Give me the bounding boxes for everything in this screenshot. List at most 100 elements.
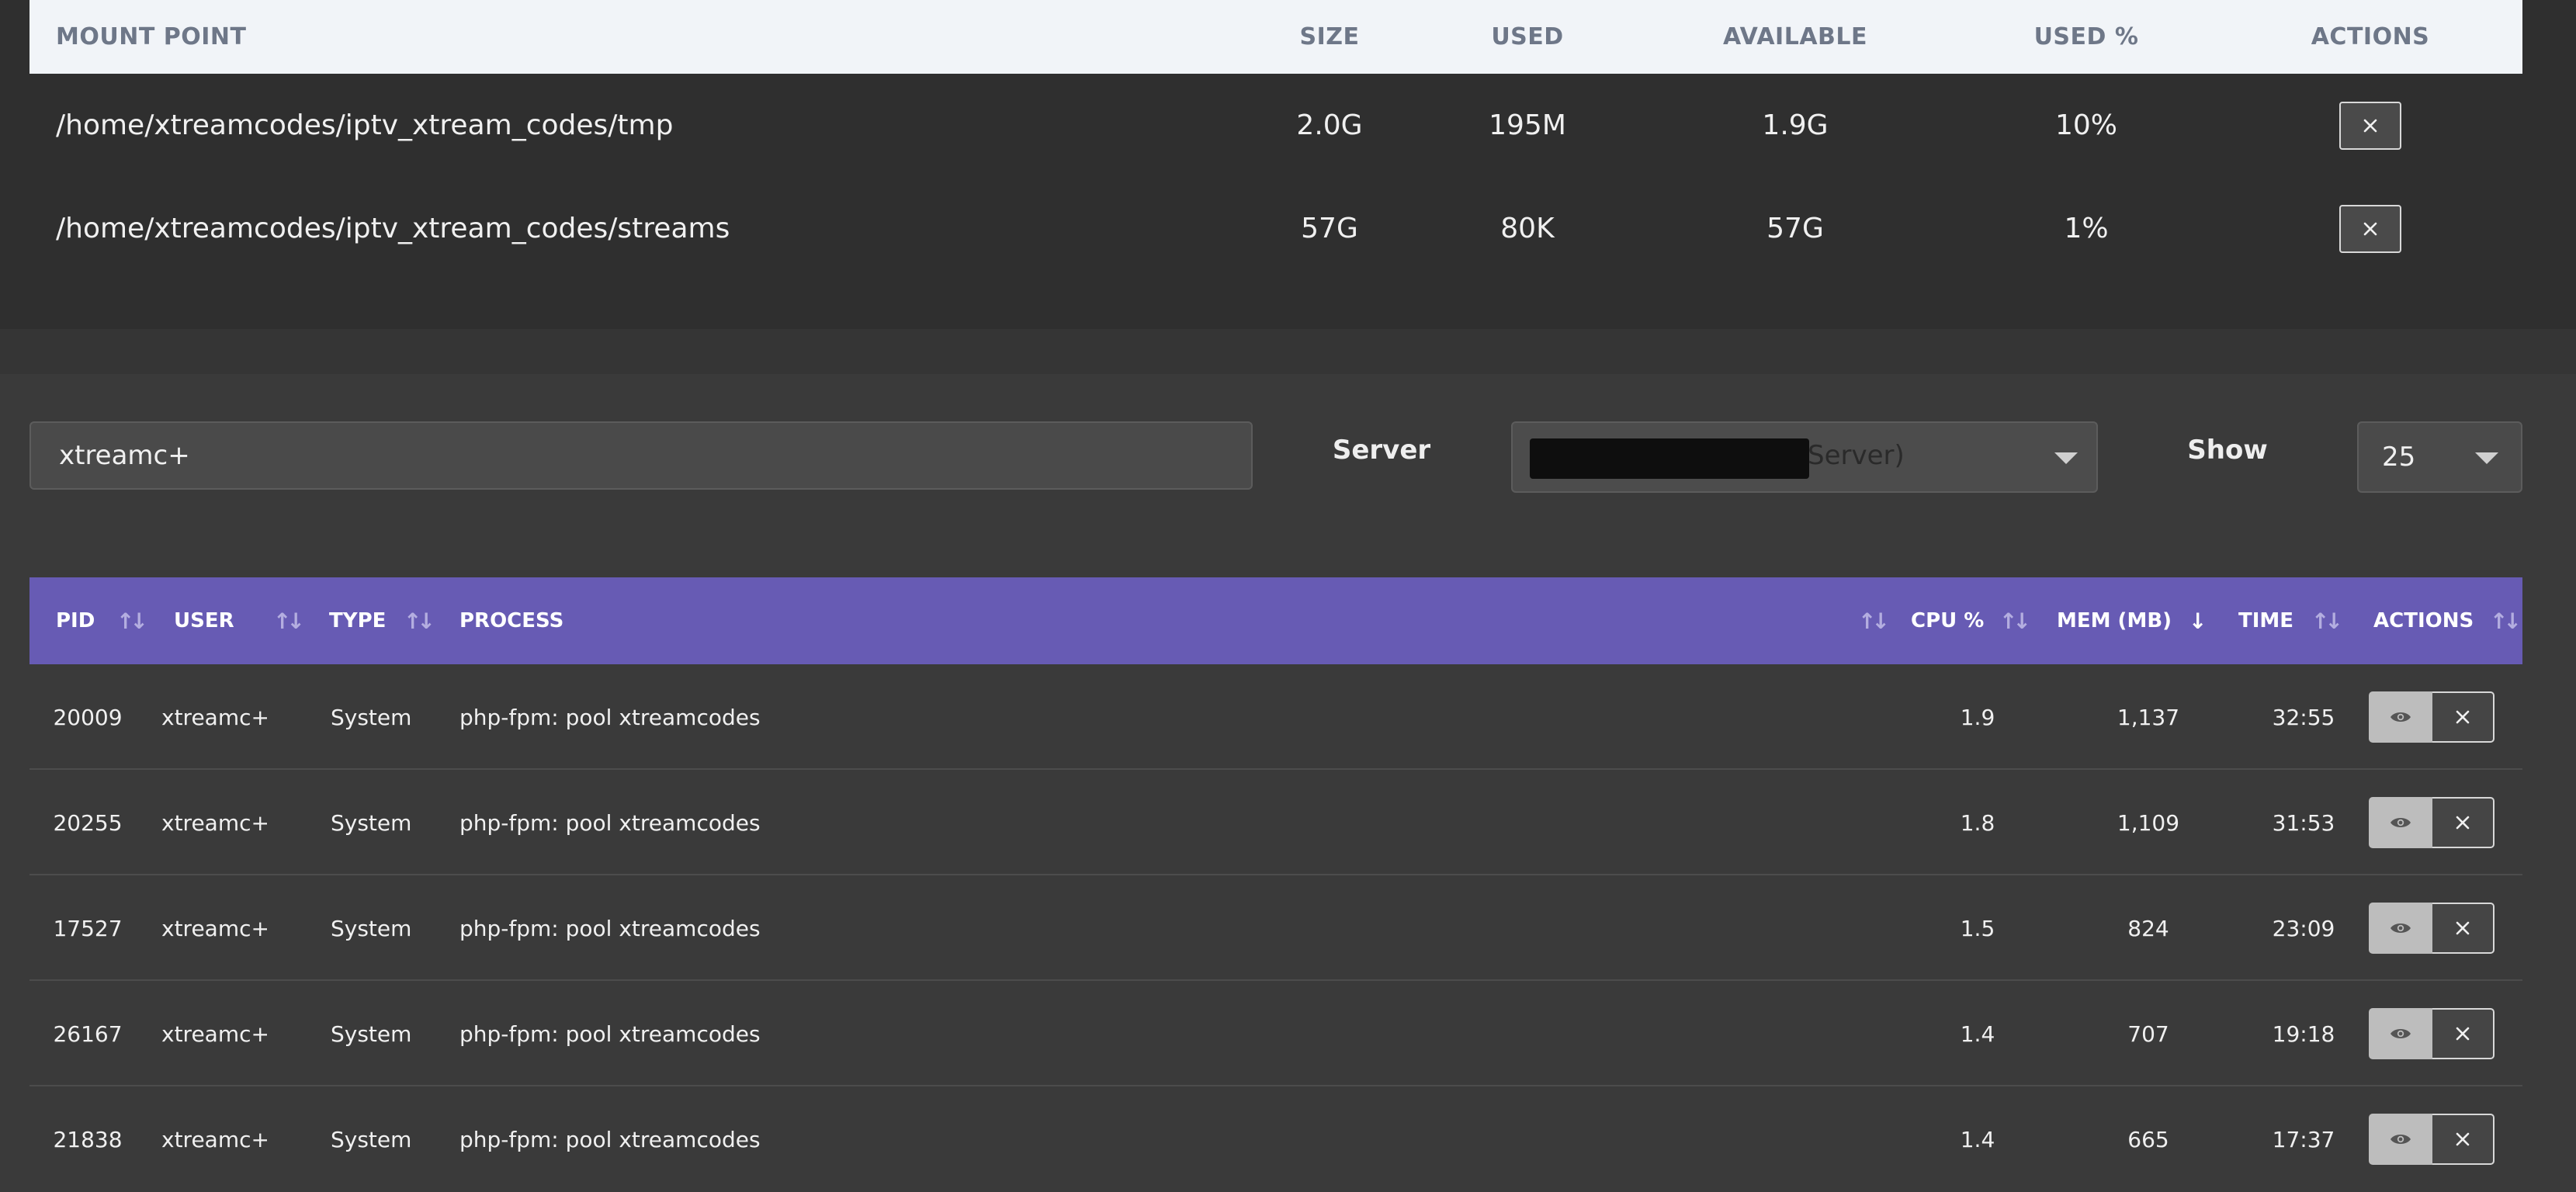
process-cell: php-fpm: pool xtreamcodes [459,809,761,836]
sort-icon[interactable]: ↑↓ [2311,608,2343,634]
page-size-value: 25 [2382,442,2416,473]
kill-button[interactable] [2432,1114,2495,1165]
sort-icon[interactable]: ↑↓ [1858,608,1890,634]
sort-icon[interactable]: ↑↓ [2490,608,2522,634]
user-cell: xtreamc+ [161,1126,269,1152]
header-used-percent: USED % [2033,23,2139,50]
sort-desc-icon[interactable]: ↓ [2189,608,2207,634]
row-action-group [2369,1114,2495,1165]
page-size-select[interactable]: 25 [2357,421,2522,493]
sort-icon[interactable]: ↑↓ [1999,608,2031,634]
view-button[interactable] [2369,1114,2432,1165]
header-type[interactable]: TYPE [329,577,386,664]
sort-icon[interactable]: ↑↓ [404,608,435,634]
table-row: 26167 xtreamc+ System php-fpm: pool xtre… [29,981,2522,1086]
close-icon [2456,1132,2470,1146]
cpu-cell: 1.4 [1960,1126,1995,1152]
process-table: PID ↑↓ USER ↑↓ TYPE ↑↓ PROCESS ↑↓ CPU % … [29,577,2522,1192]
eye-icon [2391,1029,2411,1038]
row-action-group [2369,797,2495,848]
user-cell: xtreamc+ [161,1020,269,1047]
section-divider [0,329,2576,374]
row-actions [2369,875,2501,981]
close-icon [2363,222,2377,235]
header-user[interactable]: USER [174,577,234,664]
row-actions [2369,981,2501,1086]
kill-button[interactable] [2432,797,2495,848]
view-button[interactable] [2369,691,2432,743]
header-used: USED [1491,23,1564,50]
mount-point: /home/xtreamcodes/iptv_xtream_codes/stre… [56,213,730,244]
row-actions [2369,770,2501,875]
eye-icon [2391,712,2411,722]
unmount-button[interactable] [2339,204,2401,253]
kill-button[interactable] [2432,691,2495,743]
sort-icon[interactable]: ↑↓ [116,608,148,634]
close-icon [2363,119,2377,132]
view-button[interactable] [2369,903,2432,954]
header-mount-point: MOUNT POINT [56,23,247,50]
time-cell: 23:09 [2272,915,2335,941]
time-cell: 32:55 [2272,704,2335,730]
type-cell: System [331,1126,412,1152]
eye-icon [2391,1135,2411,1144]
row-action-group [2369,1008,2495,1059]
header-available: AVAILABLE [1722,23,1868,50]
mount-used: 195M [1489,109,1566,141]
mem-cell: 665 [2127,1126,2169,1152]
mount-row: /home/xtreamcodes/iptv_xtream_codes/tmp … [29,74,2522,177]
row-action-group [2369,903,2495,954]
row-actions [2369,1086,2501,1192]
table-row: 20009 xtreamc+ System php-fpm: pool xtre… [29,664,2522,770]
process-cell: php-fpm: pool xtreamcodes [459,1126,761,1152]
server-select-value: Server) [1808,440,1905,471]
user-cell: xtreamc+ [161,704,269,730]
process-cell: php-fpm: pool xtreamcodes [459,915,761,941]
header-mem[interactable]: MEM (MB) [2057,577,2172,664]
kill-button[interactable] [2432,903,2495,954]
mem-cell: 1,109 [2117,809,2180,836]
mount-available: 57G [1766,213,1824,244]
header-actions: ACTIONS [2311,23,2430,50]
mount-used-percent: 10% [2054,109,2117,141]
caret-down-icon [2475,452,2498,464]
row-action-group [2369,691,2495,743]
cpu-cell: 1.8 [1960,809,1995,836]
time-cell: 17:37 [2272,1126,2335,1152]
process-search-input[interactable]: xtreamc+ [29,421,1253,490]
row-actions [2369,664,2501,770]
user-cell: xtreamc+ [161,915,269,941]
kill-button[interactable] [2432,1008,2495,1059]
caret-down-icon [2054,452,2078,464]
header-pid[interactable]: PID [56,577,95,664]
mem-cell: 824 [2127,915,2169,941]
type-cell: System [331,809,412,836]
table-row: 20255 xtreamc+ System php-fpm: pool xtre… [29,770,2522,875]
header-time[interactable]: TIME [2238,577,2293,664]
cpu-cell: 1.5 [1960,915,1995,941]
mount-size: 57G [1301,213,1358,244]
view-button[interactable] [2369,1008,2432,1059]
sort-icon[interactable]: ↑↓ [273,608,305,634]
pid-cell: 20009 [53,704,123,730]
type-cell: System [331,704,412,730]
pid-cell: 20255 [53,809,123,836]
view-button[interactable] [2369,797,2432,848]
header-actions: ACTIONS [2373,609,2474,632]
mem-cell: 707 [2127,1020,2169,1047]
server-select[interactable]: Server) [1511,421,2098,493]
header-process[interactable]: PROCESS [459,577,563,664]
mem-cell: 1,137 [2117,704,2180,730]
unmount-button[interactable] [2339,101,2401,150]
table-row: 17527 xtreamc+ System php-fpm: pool xtre… [29,875,2522,981]
mount-size: 2.0G [1296,109,1363,141]
eye-icon [2391,818,2411,827]
type-cell: System [331,915,412,941]
show-label: Show [2187,435,2268,466]
eye-icon [2391,923,2411,933]
header-cpu[interactable]: CPU % [1911,577,1984,664]
mount-available: 1.9G [1762,109,1829,141]
close-icon [2456,816,2470,830]
close-icon [2456,1027,2470,1041]
mount-actions [2218,101,2522,150]
